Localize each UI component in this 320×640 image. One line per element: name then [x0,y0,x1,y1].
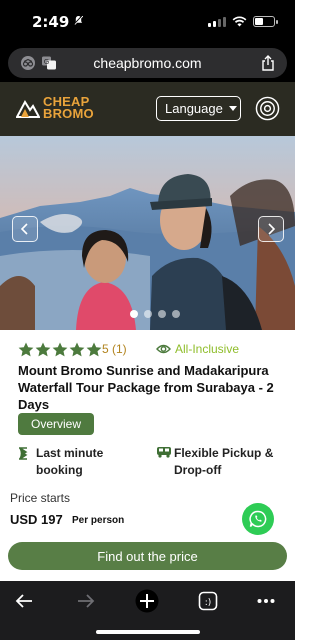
url-text: cheapbromo.com [93,55,202,71]
carousel-prev-button[interactable] [12,216,38,242]
carousel-dot[interactable] [172,310,180,318]
star-icon [35,342,51,357]
brand-logo[interactable]: CHEAP BROMO [16,95,94,121]
arrow-left-icon [15,594,32,608]
price-unit: Per person [72,515,125,526]
mute-bell-icon [74,15,83,25]
all-inclusive-label: All-Inclusive [175,342,240,356]
bus-icon [157,447,171,458]
tabs-icon: :) [198,591,218,611]
star-icon [69,342,85,357]
feature-last-minute: Last minute booking [36,446,104,477]
logo-line-2: BROMO [43,106,94,121]
carousel-dot[interactable] [130,310,138,318]
svg-text::): :) [205,598,212,608]
language-label: Language [165,101,223,116]
overview-tab[interactable]: Overview [18,413,94,435]
cellular-signal-icon [208,16,226,27]
arrow-right-icon [78,594,95,608]
find-price-button[interactable]: Find out the price [8,542,287,570]
status-time: 2:49 [32,13,70,31]
home-indicator [96,630,200,634]
carousel-dot[interactable] [158,310,166,318]
forward-button[interactable] [74,589,98,613]
tabs-button[interactable]: :) [196,589,220,613]
url-field[interactable]: G cheapbromo.com [8,48,287,78]
mountain-logo-icon [16,100,40,118]
new-tab-button[interactable] [135,589,159,613]
hero-carousel[interactable] [0,136,295,330]
carousel-dots [130,310,180,318]
site-header: CHEAP BROMO Language [0,82,295,136]
tour-photo [0,136,295,330]
whatsapp-button[interactable] [242,503,274,535]
battery-icon [253,15,278,27]
wifi-icon [232,15,247,26]
plus-circle-icon [135,589,159,613]
carousel-next-button[interactable] [258,216,284,242]
more-dots-icon [257,599,275,603]
caret-down-icon [228,106,237,111]
rating-row: 5 (1) All-Inclusive [18,342,278,358]
browser-address-bar: G cheapbromo.com [0,44,295,82]
price-label: Price starts [10,491,71,505]
menu-icon[interactable] [255,96,280,121]
chevron-right-icon [268,223,276,235]
tour-title: Mount Bromo Sunrise and Madakaripura Wat… [18,363,274,412]
status-bar: 2:49 [0,0,295,44]
star-icon [86,342,102,357]
rating-count[interactable]: 5 (1) [102,342,127,356]
feature-flexible-pickup: Flexible Pickup & Drop-off [174,446,274,477]
language-dropdown[interactable]: Language [156,96,241,121]
share-icon[interactable] [260,55,276,71]
star-rating [18,342,102,357]
carousel-dot[interactable] [144,310,152,318]
chevron-left-icon [20,223,28,235]
more-button[interactable] [254,589,278,613]
eye-icon [156,344,171,354]
star-icon [52,342,68,357]
star-icon [18,342,34,357]
price-value: USD 197 [10,512,63,527]
all-inclusive-badge: All-Inclusive [156,342,239,356]
hourglass-icon [19,447,28,460]
back-button[interactable] [12,589,36,613]
whatsapp-icon [249,510,267,528]
